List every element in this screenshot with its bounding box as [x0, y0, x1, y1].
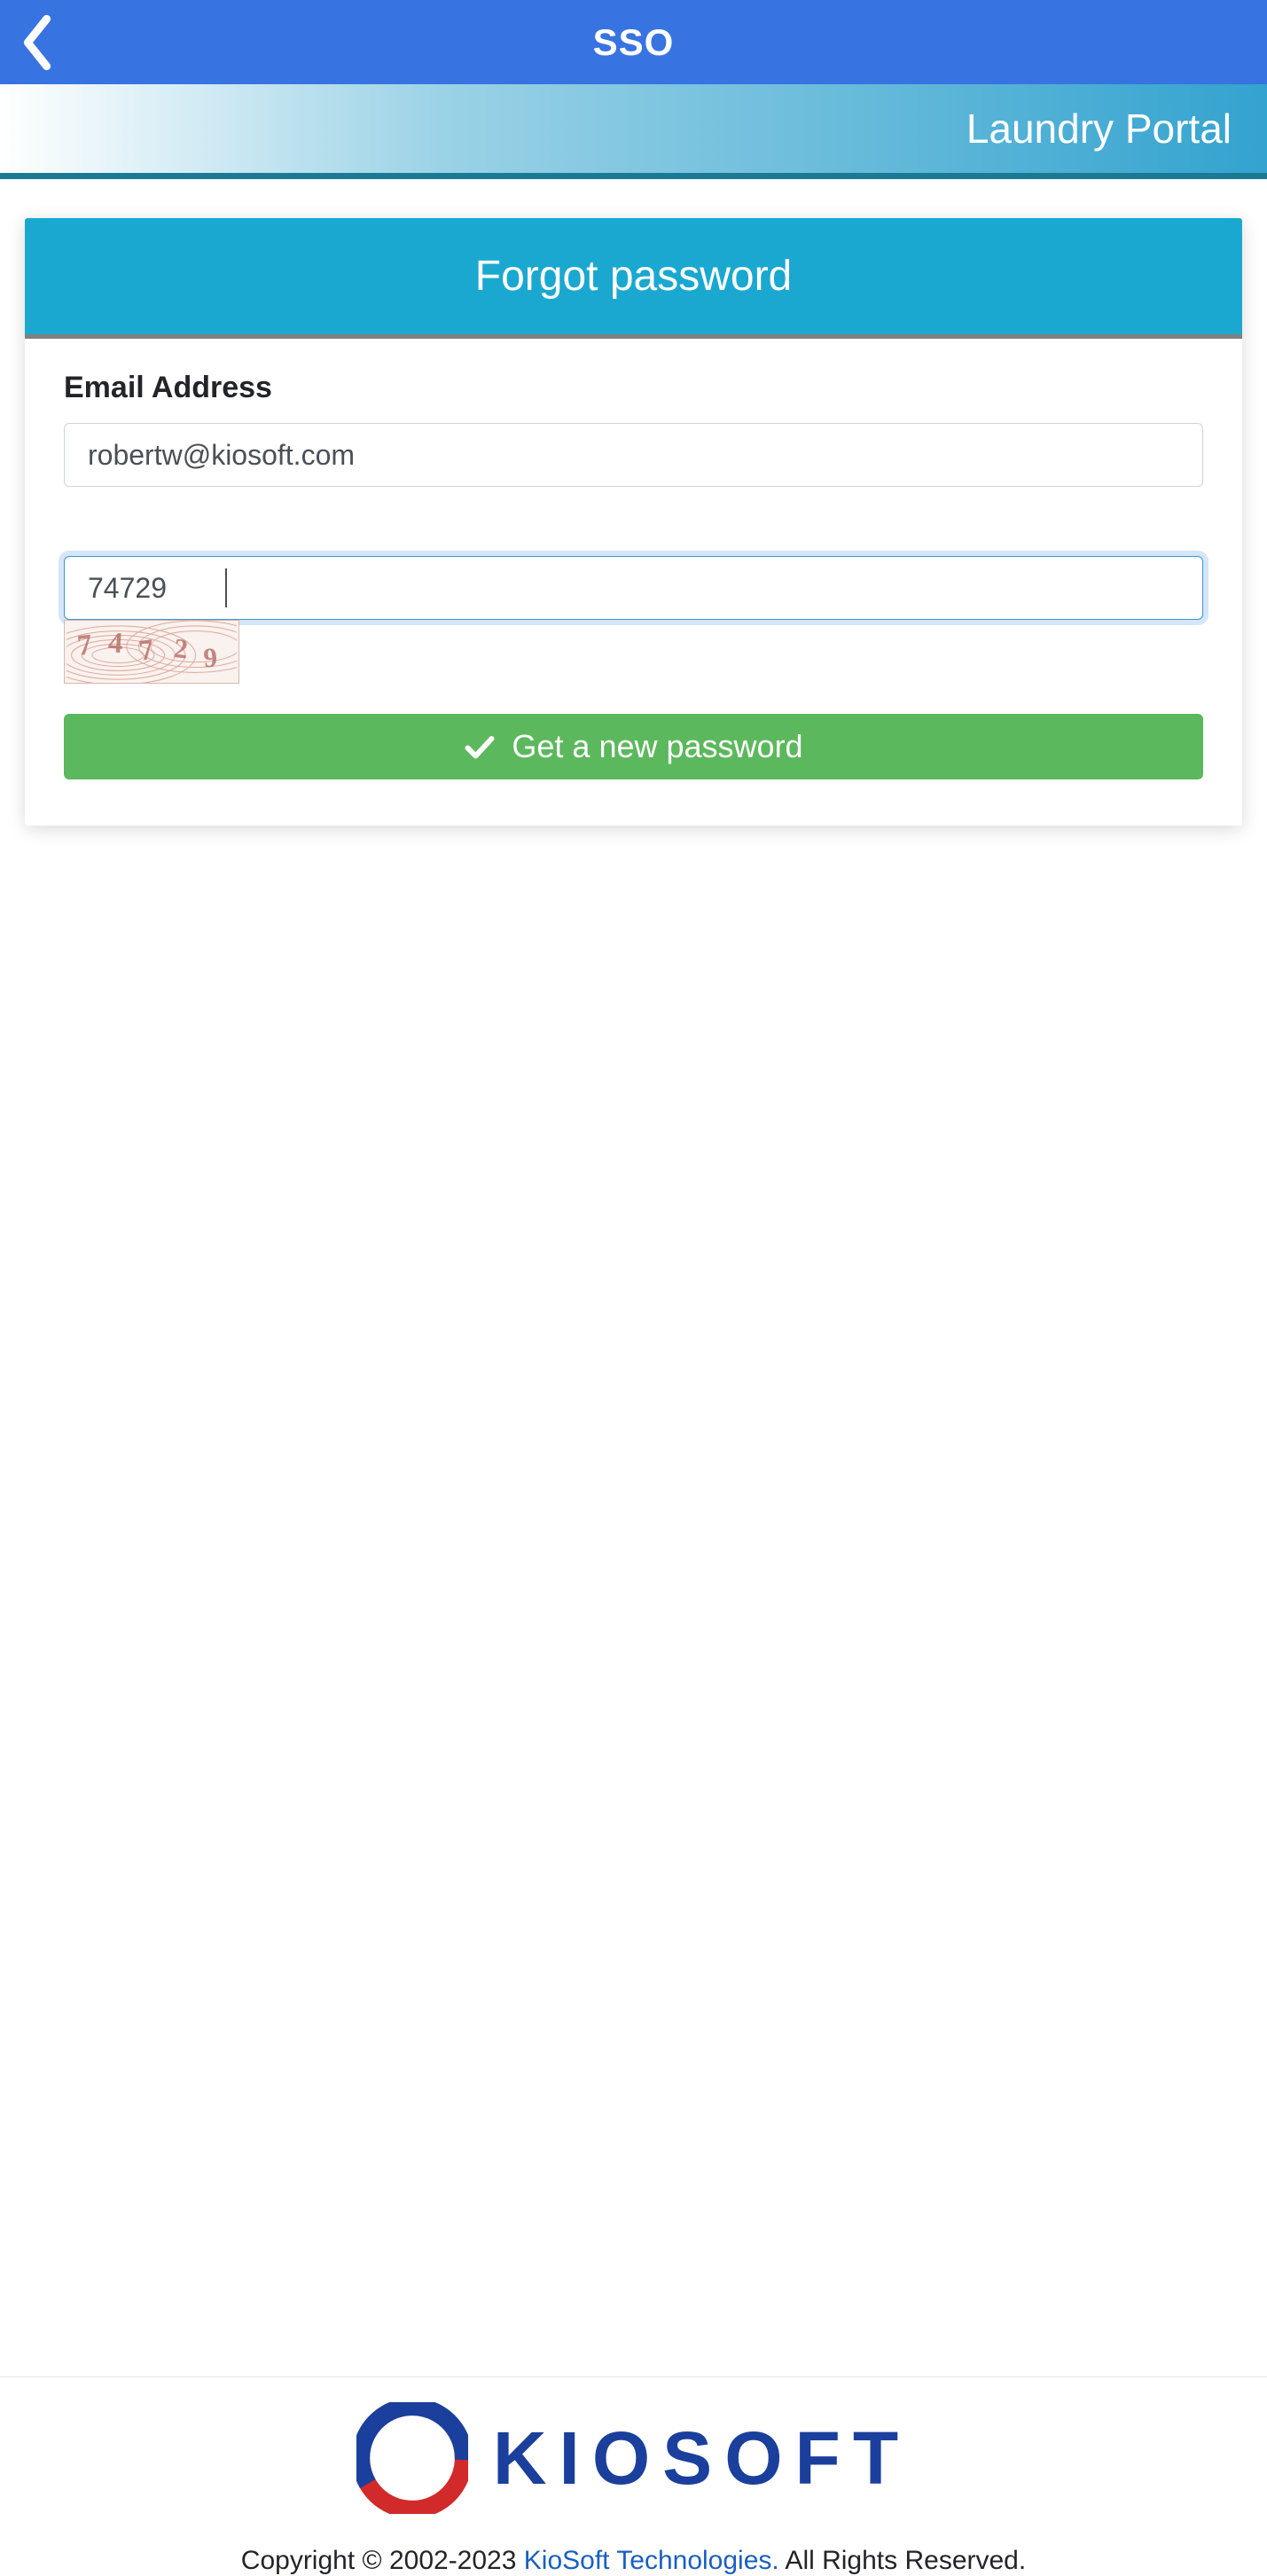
kiosoft-logo-text: KIOSOFT	[493, 2415, 911, 2502]
copyright-suffix: All Rights Reserved.	[779, 2546, 1026, 2575]
portal-label: Laundry Portal	[966, 105, 1232, 153]
check-icon	[464, 731, 496, 763]
kiosoft-logo-icon	[356, 2402, 468, 2514]
captcha-image[interactable]: 7 4 7 2 9	[64, 620, 239, 684]
nav-title: SSO	[593, 21, 675, 64]
submit-label: Get a new password	[512, 728, 802, 765]
email-input[interactable]	[64, 423, 1203, 487]
card-title: Forgot password	[25, 252, 1242, 301]
card-header: Forgot password	[25, 218, 1242, 339]
back-icon	[18, 14, 57, 71]
footer-copyright: Copyright © 2002-2023 KioSoft Technologi…	[0, 2546, 1267, 2576]
back-button[interactable]	[18, 0, 57, 84]
footer-logo: KIOSOFT	[0, 2402, 1267, 2514]
app-navbar: SSO	[0, 0, 1267, 84]
copyright-prefix: Copyright © 2002-2023	[241, 2546, 524, 2575]
captcha-svg: 7 4 7 2 9	[65, 621, 239, 683]
email-label: Email Address	[64, 371, 1203, 405]
portal-banner: Laundry Portal	[0, 84, 1267, 179]
captcha-input[interactable]	[64, 556, 1203, 620]
page-footer: KIOSOFT Copyright © 2002-2023 KioSoft Te…	[0, 2376, 1267, 2576]
submit-button[interactable]: Get a new password	[64, 714, 1203, 779]
company-link[interactable]: KioSoft Technologies.	[524, 2546, 779, 2575]
forgot-password-card: Forgot password Email Address	[25, 218, 1242, 826]
